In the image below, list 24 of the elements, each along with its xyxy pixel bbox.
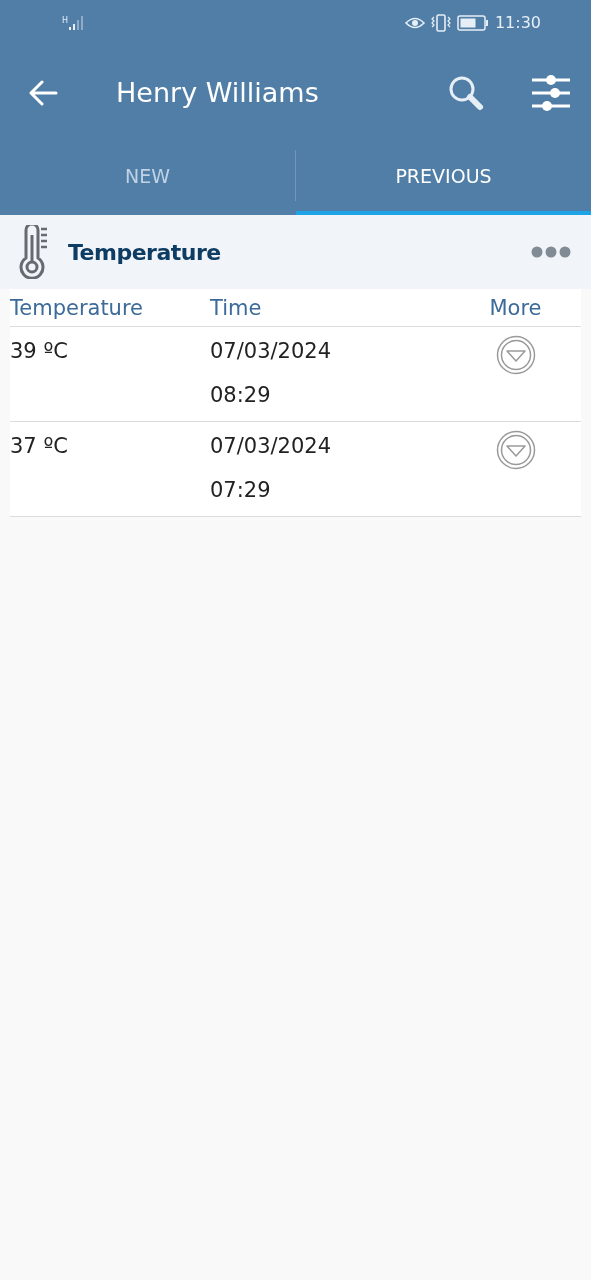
- temperature-cell-text: 37 ºC: [10, 433, 69, 460]
- network-type-label: H: [62, 15, 68, 25]
- column-header: Temperature: [10, 295, 145, 320]
- expand-icon[interactable]: [495, 335, 536, 375]
- column-header: More: [488, 295, 543, 320]
- vibrate-icon: [430, 13, 451, 32]
- app-title: Henry Williams: [116, 77, 320, 108]
- more-options-icon[interactable]: [531, 246, 571, 258]
- time-cell-text: 08:29: [210, 383, 272, 407]
- time-cell-text: 07:29: [210, 478, 272, 502]
- battery-icon: [456, 14, 489, 31]
- temperature-cell-text: 39 ºC: [10, 338, 69, 365]
- tab[interactable]: NEW: [0, 140, 295, 215]
- clock-time: 11:30: [494, 13, 541, 32]
- filter-icon[interactable]: [531, 74, 571, 111]
- signal-icon: [69, 15, 85, 30]
- date-cell-text: 07/03/2024: [210, 434, 333, 458]
- section-title: Temperature: [68, 239, 222, 265]
- back-button[interactable]: [28, 79, 58, 106]
- thermometer-icon: [18, 225, 48, 279]
- column-header: Time: [210, 295, 263, 320]
- date-cell-text: 07/03/2024: [210, 339, 333, 363]
- expand-icon[interactable]: [495, 430, 536, 470]
- eye-icon: [404, 15, 425, 30]
